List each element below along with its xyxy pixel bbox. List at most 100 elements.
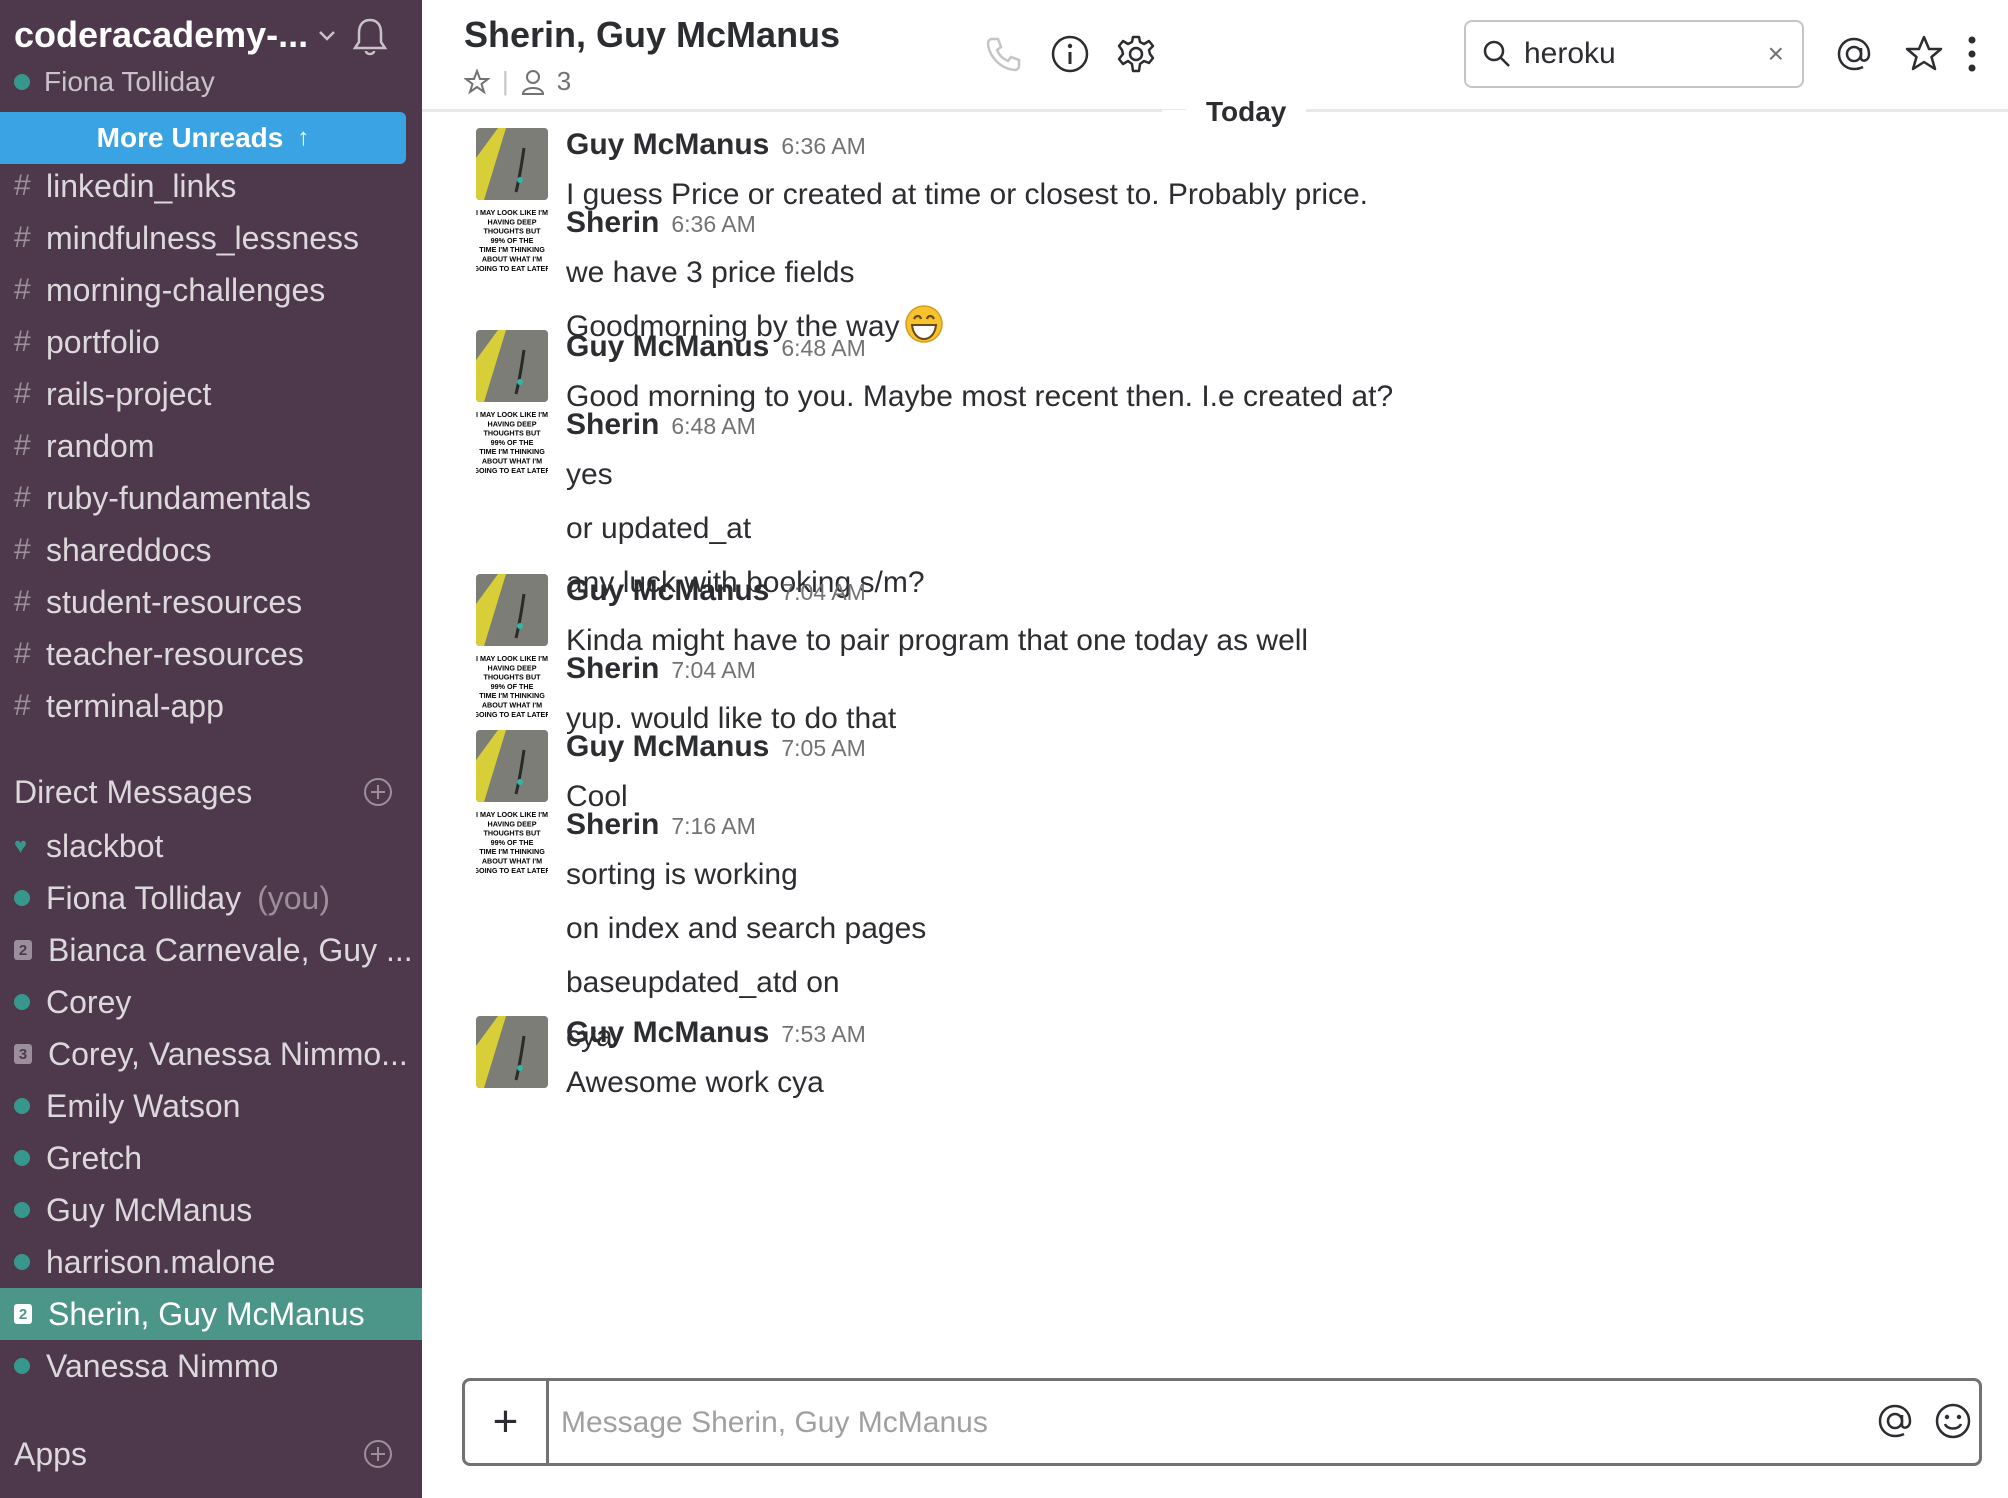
avatar[interactable]: I MAY LOOK LIKE I'MHAVING DEEPTHOUGHTS B… [476,408,548,480]
presence-dot [14,1254,30,1270]
star-icon[interactable] [464,68,490,95]
clear-search-icon[interactable]: × [1768,38,1784,70]
message-text: yes [566,458,613,491]
sidebar-dm-item[interactable]: harrison.malone [0,1236,422,1288]
attach-button[interactable]: + [465,1381,549,1463]
sidebar-dm-item[interactable]: Corey [0,976,422,1028]
message-timestamp[interactable]: 7:04 AM [781,579,865,606]
presence-dot [14,994,30,1010]
info-icon[interactable] [1050,34,1090,74]
message-timestamp[interactable]: 7:05 AM [781,735,865,762]
message-author[interactable]: Guy McManus [566,574,769,608]
avatar[interactable] [476,730,548,802]
apps-heading[interactable]: Apps [14,1436,87,1473]
search-box[interactable]: heroku × [1464,20,1804,88]
avatar[interactable] [476,574,548,646]
avatar[interactable] [476,128,548,200]
avatar[interactable] [476,1016,548,1088]
svg-text:TIME I'M THINKING: TIME I'M THINKING [479,691,545,700]
phone-icon[interactable] [984,34,1024,74]
message-input[interactable] [561,1395,1801,1451]
message-author[interactable]: Sherin [566,808,659,842]
svg-text:HAVING DEEP: HAVING DEEP [488,819,537,828]
sidebar-dm-item[interactable]: 2 Bianca Carnevale, Guy ... [0,924,422,976]
emoji-picker-icon[interactable] [1933,1401,1973,1441]
sidebar-dm-item[interactable]: Fiona Tolliday (you) [0,872,422,924]
hash-icon: # [14,585,31,618]
sidebar-dm-item[interactable]: Gretch [0,1132,422,1184]
hash-icon: # [14,533,31,566]
sidebar-channel-item[interactable]: # portfolio [0,316,422,368]
search-icon [1483,40,1510,67]
svg-text:ABOUT WHAT I'M: ABOUT WHAT I'M [482,857,542,866]
more-unreads-button[interactable]: More Unreads ↑ [0,112,406,164]
message-author[interactable]: Sherin [566,206,659,240]
avatar[interactable]: I MAY LOOK LIKE I'MHAVING DEEPTHOUGHTS B… [476,652,548,724]
add-direct-message-icon[interactable] [362,776,394,808]
gear-icon[interactable] [1116,34,1156,74]
presence-dot [14,1202,30,1218]
avatar[interactable]: I MAY LOOK LIKE I'MHAVING DEEPTHOUGHTS B… [476,808,548,880]
direct-messages-heading[interactable]: Direct Messages [14,774,252,811]
message-timestamp[interactable]: 7:04 AM [671,657,755,684]
mention-icon[interactable] [1875,1401,1915,1441]
message-timestamp[interactable]: 7:16 AM [671,813,755,840]
message-author[interactable]: Sherin [566,652,659,686]
sidebar-channel-item[interactable]: # teacher-resources [0,628,422,680]
sidebar-dm-item[interactable]: 3 Corey, Vanessa Nimmo... [0,1028,422,1080]
sidebar-channel-item[interactable]: # mindfulness_lessness [0,212,422,264]
mentions-icon[interactable] [1834,34,1874,74]
svg-text:I MAY LOOK LIKE I'M: I MAY LOOK LIKE I'M [476,208,548,217]
sidebar-dm-item[interactable]: 2 Sherin, Guy McManus [0,1288,422,1340]
avatar[interactable]: I MAY LOOK LIKE I'MHAVING DEEPTHOUGHTS B… [476,206,548,278]
message-timestamp[interactable]: 7:53 AM [781,1021,865,1048]
sidebar-dm-item[interactable]: ♥ slackbot [0,820,422,872]
message-header: Sherin 7:16 AM [566,808,1966,848]
sidebar-channel-item[interactable]: # morning-challenges [0,264,422,316]
message-author[interactable]: Guy McManus [566,1016,769,1050]
team-name[interactable]: coderacademy-... [14,14,308,56]
conversation-title[interactable]: Sherin, Guy McManus [464,14,840,56]
starred-items-icon[interactable] [1904,34,1944,74]
member-count[interactable]: 3 [557,66,571,97]
sidebar-channel-item[interactable]: # random [0,420,422,472]
add-app-icon[interactable] [362,1438,394,1470]
chevron-down-icon[interactable] [316,24,338,46]
hash-icon: # [14,481,31,514]
bell-icon[interactable] [350,16,390,58]
message-timestamp[interactable]: 6:36 AM [671,211,755,238]
svg-text:GOING TO EAT LATER: GOING TO EAT LATER [476,710,548,719]
dm-name: Emily Watson [46,1087,241,1124]
svg-text:GOING TO EAT LATER: GOING TO EAT LATER [476,866,548,875]
avatar[interactable] [476,330,548,402]
message-timestamp[interactable]: 6:48 AM [781,335,865,362]
message-author[interactable]: Guy McManus [566,128,769,162]
sidebar-channel-item[interactable]: # linkedin_links [0,160,422,212]
member-icon[interactable] [521,69,545,95]
message-timestamp[interactable]: 6:48 AM [671,413,755,440]
more-options-icon[interactable] [1962,34,1982,74]
dm-name: Bianca Carnevale, Guy ... [48,931,413,968]
message-author[interactable]: Sherin [566,408,659,442]
svg-text:THOUGHTS BUT: THOUGHTS BUT [483,829,541,838]
search-input[interactable]: heroku [1524,37,1768,71]
message-author[interactable]: Guy McManus [566,730,769,764]
sidebar-dm-item[interactable]: Guy McManus [0,1184,422,1236]
dm-name: harrison.malone [46,1243,276,1280]
svg-text:ABOUT WHAT I'M: ABOUT WHAT I'M [482,701,542,710]
svg-text:ABOUT WHAT I'M: ABOUT WHAT I'M [482,457,542,466]
message-author[interactable]: Guy McManus [566,330,769,364]
message-header: Guy McManus 6:36 AM [566,128,1966,168]
current-user[interactable]: Fiona Tolliday [14,66,215,98]
sidebar-dm-item[interactable]: Vanessa Nimmo [0,1340,422,1392]
conversation-meta: | 3 [464,66,571,97]
hash-icon: # [14,637,31,670]
sidebar-channel-item[interactable]: # rails-project [0,368,422,420]
message-timestamp[interactable]: 6:36 AM [781,133,865,160]
svg-text:TIME I'M THINKING: TIME I'M THINKING [479,847,545,856]
sidebar-channel-item[interactable]: # terminal-app [0,680,422,732]
sidebar-dm-item[interactable]: Emily Watson [0,1080,422,1132]
sidebar-channel-item[interactable]: # ruby-fundamentals [0,472,422,524]
sidebar-channel-item[interactable]: # student-resources [0,576,422,628]
sidebar-channel-item[interactable]: # shareddocs [0,524,422,576]
